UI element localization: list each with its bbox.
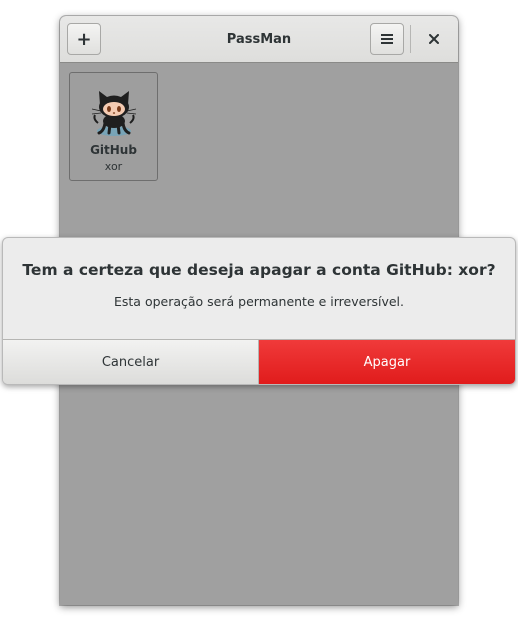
cancel-button[interactable]: Cancelar [3, 340, 259, 384]
delete-button[interactable]: Apagar [259, 340, 515, 384]
dialog-title: Tem a certeza que deseja apagar a conta … [22, 261, 496, 279]
account-username: xor [104, 160, 123, 173]
header-bar: + PassMan [60, 16, 458, 63]
close-window-button[interactable] [418, 23, 450, 55]
delete-confirmation-dialog: Tem a certeza que deseja apagar a conta … [2, 237, 516, 385]
account-service-name: GitHub [90, 143, 137, 157]
dialog-actions: Cancelar Apagar [3, 339, 515, 384]
close-icon [429, 34, 439, 44]
github-octocat-icon [91, 91, 137, 136]
header-separator [410, 25, 411, 53]
add-account-button[interactable]: + [67, 23, 101, 55]
hamburger-menu-icon [381, 34, 393, 44]
dialog-message: Esta operação será permanente e irrevers… [114, 294, 404, 309]
account-tile-github[interactable]: GitHub xor [69, 72, 158, 181]
plus-icon: + [76, 28, 92, 50]
menu-button[interactable] [370, 23, 404, 55]
